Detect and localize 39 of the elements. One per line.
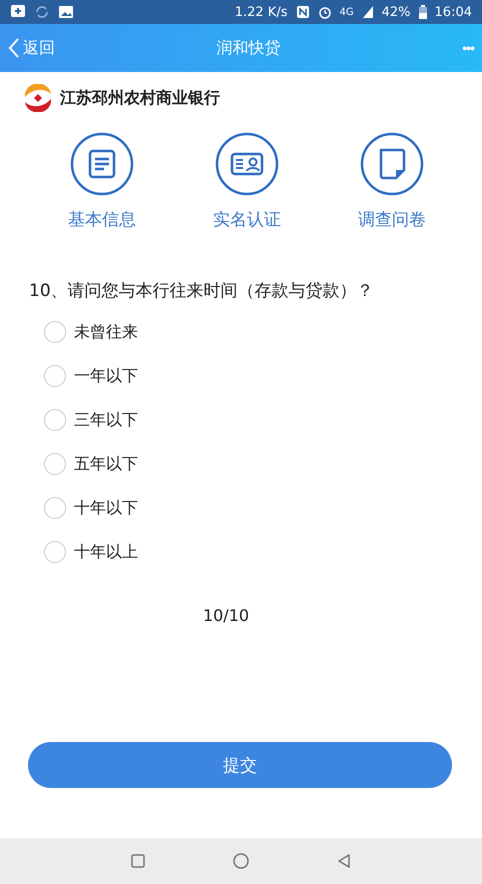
option-label[interactable]: 十年以下: [74, 498, 138, 518]
back-icon[interactable]: [336, 853, 352, 869]
alarm-icon: [318, 5, 332, 19]
page-icon[interactable]: [360, 132, 424, 196]
option-label[interactable]: 三年以下: [74, 410, 138, 430]
signal-icon: [362, 5, 374, 19]
radio-button[interactable]: [44, 453, 66, 475]
page-title: 润和快贷: [216, 38, 281, 58]
chevron-left-icon: [8, 37, 20, 59]
clock-time: 16:04: [434, 4, 472, 20]
step-label[interactable]: 调查问卷: [358, 208, 426, 231]
option-label[interactable]: 五年以下: [74, 454, 138, 474]
radio-button[interactable]: [44, 409, 66, 431]
bank-logo-icon: [22, 84, 54, 112]
bank-name: 江苏邳州农村商业银行: [60, 88, 220, 108]
battery-level: 42%: [382, 4, 411, 20]
id-card-icon[interactable]: [215, 132, 279, 196]
document-icon[interactable]: [70, 132, 134, 196]
option-label[interactable]: 未曾往来: [74, 322, 138, 342]
battery-icon: [418, 5, 427, 19]
option-label[interactable]: 一年以下: [74, 366, 138, 386]
question-text: 10、请问您与本行往来时间（存款与贷款）？: [28, 280, 375, 302]
step-label[interactable]: 实名认证: [213, 208, 281, 231]
step-label[interactable]: 基本信息: [68, 208, 136, 231]
home-icon[interactable]: [232, 852, 250, 870]
notification-icon: [10, 4, 26, 20]
network-speed: 1.22 K/s: [234, 4, 288, 20]
radio-button[interactable]: [44, 365, 66, 387]
submit-button[interactable]: 提交: [28, 742, 452, 788]
recent-apps-icon[interactable]: [130, 853, 146, 869]
image-icon: [58, 4, 74, 20]
network-type: 4G: [340, 6, 354, 18]
nfc-icon: [296, 5, 310, 19]
radio-button[interactable]: [44, 321, 66, 343]
radio-button[interactable]: [44, 541, 66, 563]
page-counter: 10/10: [202, 606, 250, 625]
option-label[interactable]: 十年以上: [74, 542, 138, 562]
sync-icon: [34, 4, 50, 20]
radio-button[interactable]: [44, 497, 66, 519]
